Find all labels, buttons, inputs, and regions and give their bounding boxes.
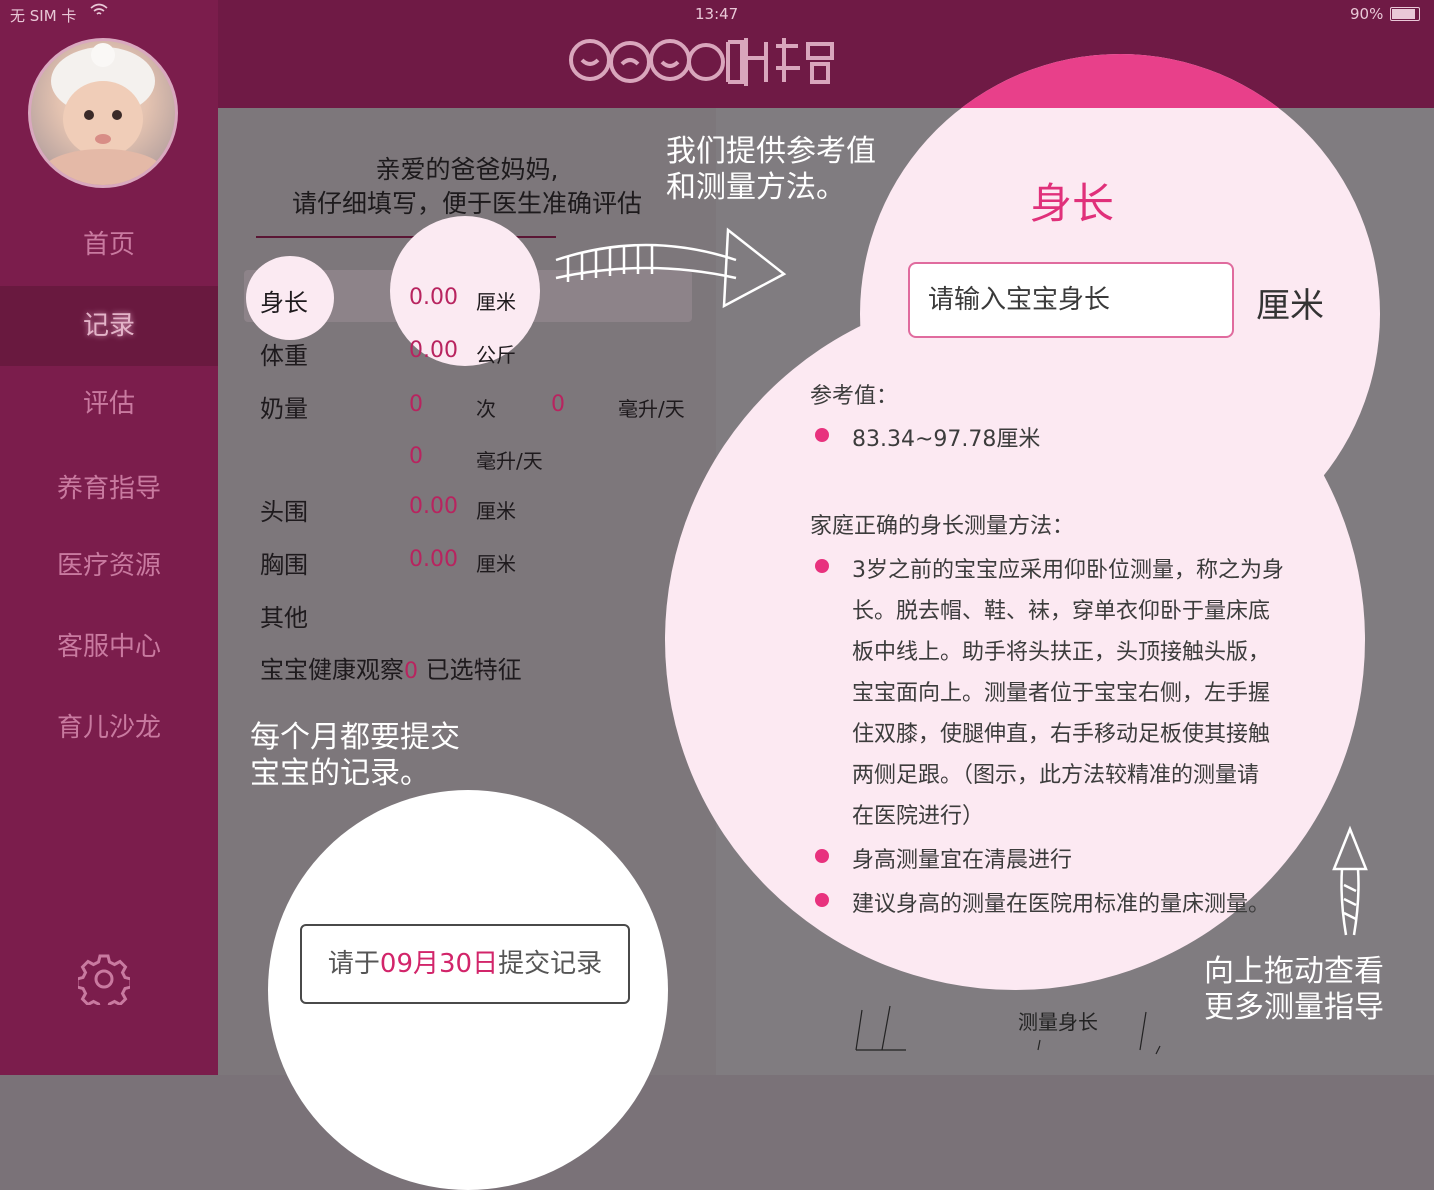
app-logo: [568, 28, 838, 90]
submit-prefix: 请于: [327, 949, 380, 979]
nav-customer-service[interactable]: 客服中心: [0, 607, 218, 687]
method-line: 3岁之前的宝宝应采用仰卧位测量，称之为身: [852, 558, 1284, 583]
bullet-icon: [815, 428, 829, 442]
measuring-figure-illustration: [855, 1005, 1161, 1055]
submit-suffix: 提交记录: [498, 949, 603, 979]
annotation-reference-2: 和测量方法。: [666, 170, 846, 205]
health-observation-row[interactable]: 宝宝健康观察0 已选特征: [260, 650, 522, 685]
nav-record[interactable]: 记录: [0, 286, 218, 366]
baby-avatar[interactable]: [28, 38, 178, 188]
weight-value[interactable]: 0.00: [409, 338, 458, 363]
method-line: 长。脱去帽、鞋、袜，穿单衣仰卧于量床底: [852, 599, 1271, 624]
wifi-icon: [90, 3, 108, 21]
head-circumference-label: 头围: [260, 498, 308, 526]
milk-label: 奶量: [260, 395, 308, 423]
chest-circumference-label: 胸围: [260, 551, 308, 579]
nav-parenting-salon[interactable]: 育儿沙龙: [0, 688, 218, 768]
method-line: 住双膝，使腿伸直，右手移动足板使其接触: [852, 722, 1271, 747]
annotation-monthly-2: 宝宝的记录。: [250, 756, 430, 791]
method-line: 板中线上。助手将头扶正，头顶接触头版，: [852, 640, 1271, 665]
submit-record-button[interactable]: 请于09月30日提交记录: [300, 924, 630, 1004]
reference-value: 83.34~97.78厘米: [852, 427, 1041, 452]
annotation-reference-1: 我们提供参考值: [666, 134, 876, 169]
arrow-up-icon: [1332, 825, 1368, 936]
height-value[interactable]: 0.00: [409, 285, 458, 310]
bullet-icon: [815, 849, 829, 863]
weight-label: 体重: [260, 342, 308, 370]
health-observation-label: 宝宝健康观察: [260, 656, 404, 684]
tip-hospital: 建议身高的测量在医院用标准的量床测量。: [852, 892, 1271, 917]
method-title: 家庭正确的身长测量方法：: [810, 514, 1075, 539]
method-line: 两侧足跟。（图示，此方法较精准的测量请: [852, 763, 1260, 788]
health-observation-suffix: 已选特征: [425, 656, 522, 684]
form-instruction: 请仔细填写，便于医生准确评估: [291, 189, 642, 218]
nav-home[interactable]: 首页: [0, 205, 218, 285]
guide-title: 身长: [1030, 179, 1115, 228]
nav-medical-resources[interactable]: 医疗资源: [0, 526, 218, 606]
height-input-unit: 厘米: [1256, 286, 1324, 326]
other-label[interactable]: 其他: [260, 598, 308, 633]
milk-amount-value[interactable]: 0: [551, 392, 565, 417]
weight-unit: 公斤: [476, 343, 516, 367]
milk-amount2-unit: 毫升/天: [476, 449, 543, 473]
milk-amount-unit: 毫升/天: [618, 397, 685, 421]
height-input[interactable]: [908, 262, 1234, 338]
battery-percent: 90%: [1350, 5, 1384, 23]
health-observation-count: 0: [404, 659, 418, 684]
status-bar: 无 SIM 卡 13:47 90%: [0, 0, 1434, 28]
height-label: 身长: [260, 289, 308, 317]
head-circumference-value[interactable]: 0.00: [409, 494, 458, 519]
guide-bubble-cap: [940, 54, 1360, 108]
chest-circumference-unit: 厘米: [476, 552, 516, 576]
submit-date: 09月30日: [379, 949, 499, 979]
annotation-drag-2: 更多测量指导: [1204, 990, 1384, 1025]
form-greeting: 亲爱的爸爸妈妈,: [375, 155, 559, 184]
milk-count-unit: 次: [476, 397, 496, 421]
head-circumference-unit: 厘米: [476, 499, 516, 523]
carrier-text: 无 SIM 卡: [10, 7, 77, 25]
method-line: 宝宝面向上。测量者位于宝宝右侧，左手握: [852, 681, 1271, 706]
annotation-monthly-1: 每个月都要提交: [250, 720, 460, 755]
nav-parenting-guide[interactable]: 养育指导: [0, 449, 218, 529]
clock-text: 13:47: [695, 5, 739, 23]
nav-assessment[interactable]: 评估: [0, 364, 218, 444]
battery-icon: [1390, 7, 1420, 21]
arrow-right-icon: [555, 227, 787, 309]
bullet-icon: [815, 559, 829, 573]
milk-count-value[interactable]: 0: [409, 392, 423, 417]
method-line: 在医院进行）: [852, 804, 985, 829]
tip-morning: 身高测量宜在清晨进行: [852, 848, 1073, 873]
gear-icon[interactable]: [75, 953, 133, 1012]
milk-amount2-value[interactable]: 0: [409, 444, 423, 469]
bullet-icon: [815, 893, 829, 907]
height-unit: 厘米: [476, 290, 516, 314]
chest-circumference-value[interactable]: 0.00: [409, 547, 458, 572]
annotation-drag-1: 向上拖动查看: [1204, 954, 1384, 989]
reference-label: 参考值：: [810, 384, 899, 409]
